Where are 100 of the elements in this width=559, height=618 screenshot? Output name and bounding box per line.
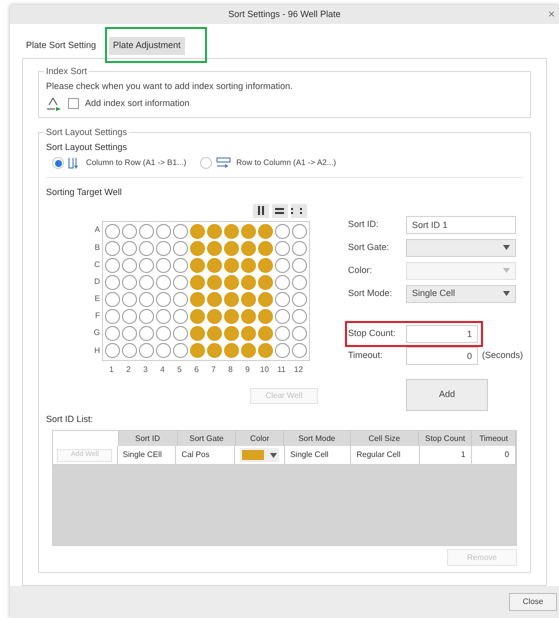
well[interactable]: [156, 326, 171, 341]
well[interactable]: [172, 240, 188, 256]
well[interactable]: [206, 342, 222, 358]
well[interactable]: [224, 326, 239, 341]
well[interactable]: [138, 326, 154, 341]
tab[interactable]: Plate Adjustment: [109, 37, 185, 56]
text-field[interactable]: Sort ID 1: [406, 216, 516, 234]
well[interactable]: [274, 224, 290, 239]
well[interactable]: [122, 258, 137, 273]
well[interactable]: [224, 274, 239, 290]
well[interactable]: [190, 240, 205, 256]
add-button[interactable]: Add: [406, 378, 488, 411]
grid-select-icon[interactable]: [290, 204, 307, 218]
dropdown[interactable]: [406, 238, 516, 257]
well[interactable]: [240, 342, 256, 358]
well[interactable]: [240, 326, 256, 341]
well[interactable]: [274, 292, 290, 307]
well[interactable]: [156, 308, 171, 324]
well[interactable]: [292, 240, 307, 256]
well[interactable]: [138, 308, 154, 324]
column-select-icon[interactable]: [252, 204, 269, 218]
well[interactable]: [172, 224, 188, 239]
well[interactable]: [172, 308, 188, 324]
well[interactable]: [122, 342, 137, 358]
close-dialog-button[interactable]: Close: [509, 593, 557, 612]
well[interactable]: [240, 292, 256, 307]
well[interactable]: [224, 292, 239, 307]
well[interactable]: [274, 258, 290, 273]
well[interactable]: [258, 240, 273, 256]
well[interactable]: [156, 342, 171, 358]
well[interactable]: [172, 342, 188, 358]
well[interactable]: [138, 240, 154, 256]
well[interactable]: [258, 258, 273, 273]
checkbox[interactable]: [68, 98, 79, 110]
well[interactable]: [104, 224, 120, 239]
well[interactable]: [172, 326, 188, 341]
number-field[interactable]: 1: [406, 324, 478, 343]
radio-button[interactable]: [52, 157, 64, 170]
well[interactable]: [240, 274, 256, 290]
well[interactable]: [258, 326, 273, 341]
well[interactable]: [292, 274, 307, 290]
well[interactable]: [292, 292, 307, 307]
well[interactable]: [190, 292, 205, 307]
well[interactable]: [122, 292, 137, 307]
well[interactable]: [104, 326, 120, 341]
number-field[interactable]: 0: [406, 346, 478, 365]
well[interactable]: [190, 342, 205, 358]
well[interactable]: [138, 274, 154, 290]
well[interactable]: [206, 258, 222, 273]
well[interactable]: [172, 292, 188, 307]
well[interactable]: [206, 274, 222, 290]
well[interactable]: [206, 326, 222, 341]
well[interactable]: [224, 258, 239, 273]
well[interactable]: [258, 342, 273, 358]
well[interactable]: [122, 224, 137, 239]
well[interactable]: [224, 342, 239, 358]
well[interactable]: [206, 240, 222, 256]
well[interactable]: [104, 308, 120, 324]
well[interactable]: [292, 308, 307, 324]
well[interactable]: [190, 308, 205, 324]
radio-button[interactable]: [200, 157, 212, 170]
well[interactable]: [156, 224, 171, 239]
well[interactable]: [206, 308, 222, 324]
well[interactable]: [122, 308, 137, 324]
well[interactable]: [240, 258, 256, 273]
well[interactable]: [292, 342, 307, 358]
well[interactable]: [104, 258, 120, 273]
well[interactable]: [104, 342, 120, 358]
well[interactable]: [122, 274, 137, 290]
well[interactable]: [240, 308, 256, 324]
well[interactable]: [138, 292, 154, 307]
well[interactable]: [104, 240, 120, 256]
close-button[interactable]: ×: [548, 8, 555, 20]
well[interactable]: [156, 258, 171, 273]
well[interactable]: [274, 274, 290, 290]
color-dropdown[interactable]: [240, 448, 280, 462]
well[interactable]: [292, 224, 307, 239]
well[interactable]: [172, 258, 188, 273]
well[interactable]: [258, 274, 273, 290]
well[interactable]: [274, 240, 290, 256]
well[interactable]: [138, 342, 154, 358]
well[interactable]: [274, 342, 290, 358]
well[interactable]: [190, 224, 205, 239]
well[interactable]: [274, 308, 290, 324]
well[interactable]: [206, 292, 222, 307]
well[interactable]: [292, 326, 307, 341]
well[interactable]: [258, 292, 273, 307]
dropdown[interactable]: Single Cell: [406, 284, 516, 303]
well[interactable]: [274, 326, 290, 341]
well[interactable]: [104, 274, 120, 290]
well[interactable]: [122, 240, 137, 256]
well[interactable]: [190, 274, 205, 290]
well[interactable]: [240, 240, 256, 256]
well[interactable]: [122, 326, 137, 341]
well[interactable]: [156, 292, 171, 307]
well[interactable]: [156, 274, 171, 290]
well[interactable]: [156, 240, 171, 256]
well[interactable]: [224, 308, 239, 324]
well[interactable]: [190, 258, 205, 273]
well[interactable]: [224, 240, 239, 256]
